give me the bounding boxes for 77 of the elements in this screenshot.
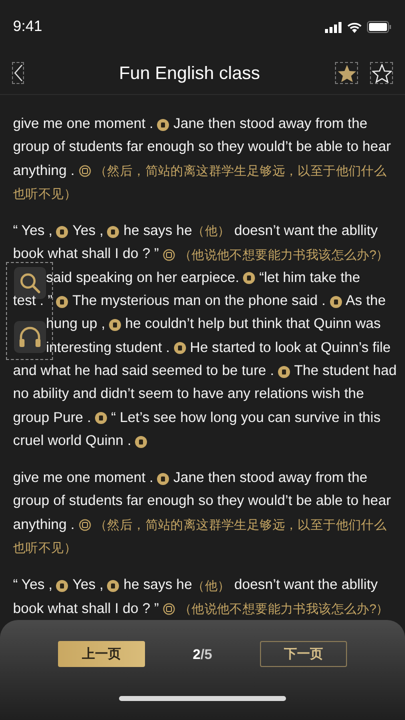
- story-text: group of students far enough so they would’t be able to hear: [13, 138, 391, 158]
- translation-text: 也听不见）: [13, 540, 77, 558]
- star-button[interactable]: [370, 62, 393, 84]
- translate-icon[interactable]: [157, 472, 170, 485]
- translation-text: 也听不见）: [13, 186, 77, 204]
- story-text: “ Yes ,: [13, 576, 52, 596]
- translate-icon[interactable]: [107, 580, 120, 592]
- battery-icon: [367, 21, 392, 33]
- translation-text: （然后，简站的离这群学生足够远，以至于他们什么: [94, 516, 387, 534]
- signal-icon: [325, 22, 342, 32]
- current-page: 2: [192, 644, 201, 664]
- story-text: “ Let’s see how long you can survive in this: [111, 408, 381, 428]
- story-text: hung up ,: [46, 315, 106, 334]
- story-text: give me one moment .: [13, 115, 154, 134]
- translate-icon[interactable]: [157, 118, 170, 131]
- translate-icon[interactable]: [162, 249, 175, 262]
- back-chevron-icon: [14, 64, 22, 82]
- wifi-icon: [347, 22, 362, 32]
- search-icon: [18, 272, 40, 294]
- story-text: doesn’t want the abllity: [234, 222, 378, 242]
- translate-icon[interactable]: [243, 272, 256, 284]
- story-text: Yes ,: [72, 222, 104, 242]
- story-text: Jane then stood away from the: [173, 115, 368, 134]
- story-text: doesn’t want the abllity: [234, 576, 378, 596]
- previous-page-button[interactable]: 上一页: [58, 641, 145, 667]
- story-text: anything .: [13, 162, 75, 181]
- back-button[interactable]: [12, 62, 24, 84]
- listen-button[interactable]: [14, 321, 46, 353]
- star-outline-icon: [372, 64, 392, 82]
- story-text: he says he: [123, 576, 192, 596]
- story-text: As the: [346, 292, 386, 312]
- translate-icon[interactable]: [78, 519, 91, 532]
- story-text: group of students far enough so they would’t be able to hear: [13, 492, 391, 512]
- story-text: no ability and didn’t seem to have any relations wish the: [13, 385, 364, 404]
- story-text: he couldn’t help but think that Quinn was: [125, 315, 381, 334]
- story-text: group Pure .: [13, 408, 92, 428]
- favorite-button[interactable]: [335, 62, 358, 84]
- page-title: Fun English class: [118, 62, 260, 85]
- story-text: he says he: [123, 222, 192, 242]
- headphones-icon: [18, 326, 42, 348]
- status-time: 9:41: [13, 16, 42, 37]
- translate-icon[interactable]: [162, 603, 175, 616]
- story-text: Jane then stood away from the: [173, 469, 368, 488]
- filled-star-icon: [336, 64, 356, 82]
- story-text: Yes ,: [72, 576, 104, 596]
- story-text: said speaking on her earpiece.: [46, 268, 240, 288]
- translate-icon[interactable]: [78, 165, 91, 178]
- story-text: The mysterious man on the phone said .: [72, 292, 326, 312]
- translation-text: （然后，简站的离这群学生足够远，以至于他们什么: [94, 162, 387, 180]
- story-text: book what shall I do ? ”: [13, 245, 159, 264]
- story-text: book what shall I do ? ”: [13, 600, 159, 619]
- story-text: “ Yes ,: [13, 222, 52, 242]
- story-text: give me one moment .: [13, 469, 154, 488]
- translate-icon[interactable]: [330, 296, 342, 308]
- story-text: test . ”: [13, 292, 52, 312]
- story-text: He started to look at Quinn’s file: [190, 338, 391, 358]
- story-text: interesting student .: [46, 338, 170, 358]
- translate-icon[interactable]: [174, 342, 186, 354]
- translation-text: （他说他不想要能力书我该怎么办?）: [178, 246, 389, 264]
- story-text: “let him take the: [259, 268, 360, 288]
- translate-icon[interactable]: [278, 366, 290, 378]
- translate-icon[interactable]: [56, 580, 68, 592]
- story-text: cruel world Quinn .: [13, 432, 132, 451]
- page-total: /5: [200, 644, 212, 664]
- next-page-button[interactable]: 下一页: [260, 641, 348, 667]
- translation-text: （他）: [192, 223, 230, 240]
- story-text: and what he had said seemed to be ture .: [13, 362, 274, 381]
- translate-icon[interactable]: [56, 226, 68, 238]
- translate-icon[interactable]: [56, 296, 68, 308]
- translation-text: （他说他不想要能力书我该怎么办?）: [178, 600, 389, 618]
- story-text: The student had: [294, 362, 397, 381]
- translate-icon[interactable]: [107, 226, 120, 238]
- translate-icon[interactable]: [109, 319, 122, 332]
- translate-icon[interactable]: [135, 436, 148, 448]
- story-text: anything .: [13, 516, 75, 535]
- translate-icon[interactable]: [95, 412, 108, 424]
- translation-text: （他）: [192, 578, 230, 595]
